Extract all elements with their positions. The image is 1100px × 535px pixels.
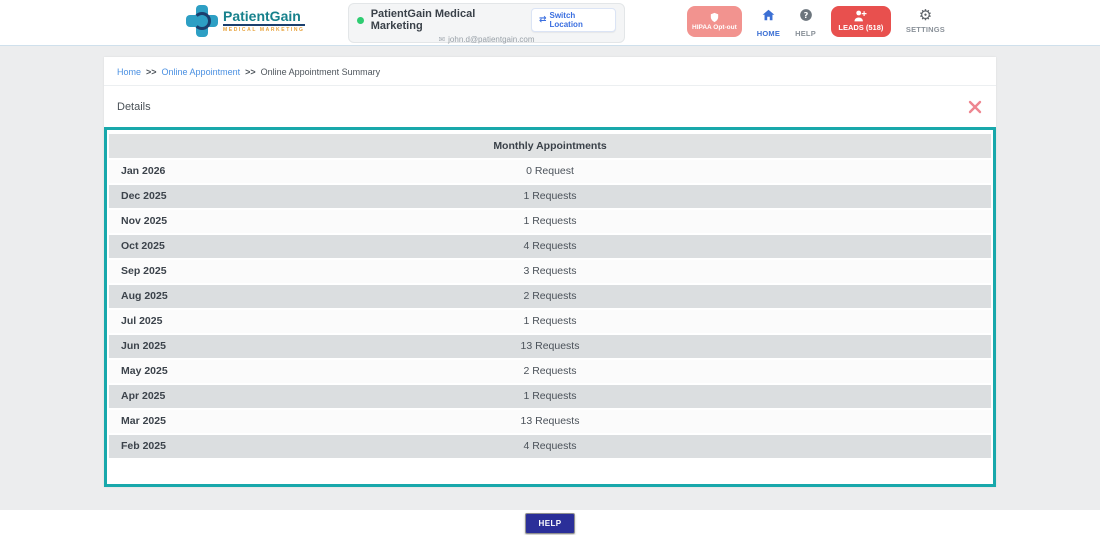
row-value: 3 Requests — [523, 265, 577, 277]
account-name: PatientGain Medical Marketing — [370, 8, 476, 32]
row-month: Dec 2025 — [121, 190, 167, 202]
leads-button[interactable]: LEADS (518) — [830, 6, 891, 37]
row-value: 1 Requests — [523, 390, 577, 402]
row-month: Jun 2025 — [121, 340, 166, 352]
main-content: Home >> Online Appointment >> Online App… — [0, 46, 1100, 510]
row-value: 1 Requests — [523, 190, 577, 202]
table-row: Feb 2025 4 Requests — [109, 435, 991, 458]
summary-card: Home >> Online Appointment >> Online App… — [104, 57, 996, 487]
row-month: Jul 2025 — [121, 315, 163, 327]
table-row: Mar 2025 13 Requests — [109, 410, 991, 433]
gear-icon: ⚙ — [918, 6, 933, 24]
row-month: Sep 2025 — [121, 265, 167, 277]
page-footer: HELP — [0, 510, 1100, 535]
breadcrumb-online-appointment-link[interactable]: Online Appointment — [162, 67, 241, 77]
details-title: Details — [117, 101, 151, 113]
table-row: Jul 2025 1 Requests — [109, 310, 991, 333]
row-month: Nov 2025 — [121, 215, 168, 227]
row-month: Apr 2025 — [121, 390, 166, 402]
medical-cross-icon — [186, 5, 218, 37]
account-card: PatientGain Medical Marketing ⇄ Switch L… — [348, 3, 625, 44]
details-header: Details — [104, 86, 996, 127]
row-value: 1 Requests — [523, 215, 577, 227]
table-row: Aug 2025 2 Requests — [109, 285, 991, 308]
table-row: Apr 2025 1 Requests — [109, 385, 991, 408]
home-icon — [761, 8, 776, 27]
switch-location-button[interactable]: ⇄ Switch Location — [530, 8, 616, 32]
brand-tagline: MEDICAL MARKETING — [223, 27, 305, 33]
monthly-appointments-table: Monthly Appointments Jan 2026 0 Request … — [109, 132, 991, 460]
table-row: May 2025 2 Requests — [109, 360, 991, 383]
question-icon: ? — [799, 8, 813, 27]
row-value: 13 Requests — [520, 415, 580, 427]
envelope-icon: ✉ — [438, 35, 446, 44]
row-month: Aug 2025 — [121, 290, 168, 302]
person-plus-icon — [853, 10, 868, 22]
table-header-row: Monthly Appointments — [109, 134, 991, 158]
breadcrumb-current: Online Appointment Summary — [260, 67, 381, 77]
row-month: May 2025 — [121, 365, 168, 377]
nav-home[interactable]: HOME — [757, 6, 780, 38]
table-title: Monthly Appointments — [109, 134, 991, 158]
hipaa-opt-out-button[interactable]: HIPAA Opt-out — [687, 6, 742, 37]
table-row: Dec 2025 1 Requests — [109, 185, 991, 208]
nav-help[interactable]: ? HELP — [795, 6, 816, 38]
header-nav: HIPAA Opt-out HOME ? HELP LEADS (518) ⚙ … — [687, 6, 945, 38]
row-value: 13 Requests — [520, 340, 580, 352]
row-month: Feb 2025 — [121, 440, 166, 452]
close-icon[interactable] — [968, 100, 982, 114]
row-month: Oct 2025 — [121, 240, 165, 252]
table-row: Sep 2025 3 Requests — [109, 260, 991, 283]
breadcrumb: Home >> Online Appointment >> Online App… — [104, 57, 996, 86]
table-row: Nov 2025 1 Requests — [109, 210, 991, 233]
row-value: 0 Request — [526, 165, 574, 177]
row-month: Jan 2026 — [121, 165, 166, 177]
row-value: 4 Requests — [523, 440, 577, 452]
table-row: Jun 2025 13 Requests — [109, 335, 991, 358]
breadcrumb-home-link[interactable]: Home — [117, 67, 141, 77]
table-row: Jan 2026 0 Request — [109, 160, 991, 183]
status-dot — [357, 16, 364, 24]
nav-settings[interactable]: ⚙ SETTINGS — [906, 6, 945, 35]
row-value: 2 Requests — [523, 365, 577, 377]
account-email: ✉ john.d@patientgain.com — [438, 35, 535, 44]
row-month: Mar 2025 — [121, 415, 166, 427]
svg-text:?: ? — [803, 10, 808, 20]
help-button[interactable]: HELP — [524, 513, 576, 534]
row-value: 4 Requests — [523, 240, 577, 252]
shield-icon — [709, 12, 720, 23]
patientgain-logo[interactable]: PatientGain MEDICAL MARKETING — [186, 5, 305, 37]
swap-arrows-icon: ⇄ — [538, 15, 547, 25]
table-row: Oct 2025 4 Requests — [109, 235, 991, 258]
top-header: PatientGain MEDICAL MARKETING PatientGai… — [0, 0, 1100, 46]
row-value: 1 Requests — [523, 315, 577, 327]
brand-name: PatientGain — [223, 9, 305, 26]
row-value: 2 Requests — [523, 290, 577, 302]
monthly-appointments-table-wrapper: Monthly Appointments Jan 2026 0 Request … — [104, 127, 996, 487]
